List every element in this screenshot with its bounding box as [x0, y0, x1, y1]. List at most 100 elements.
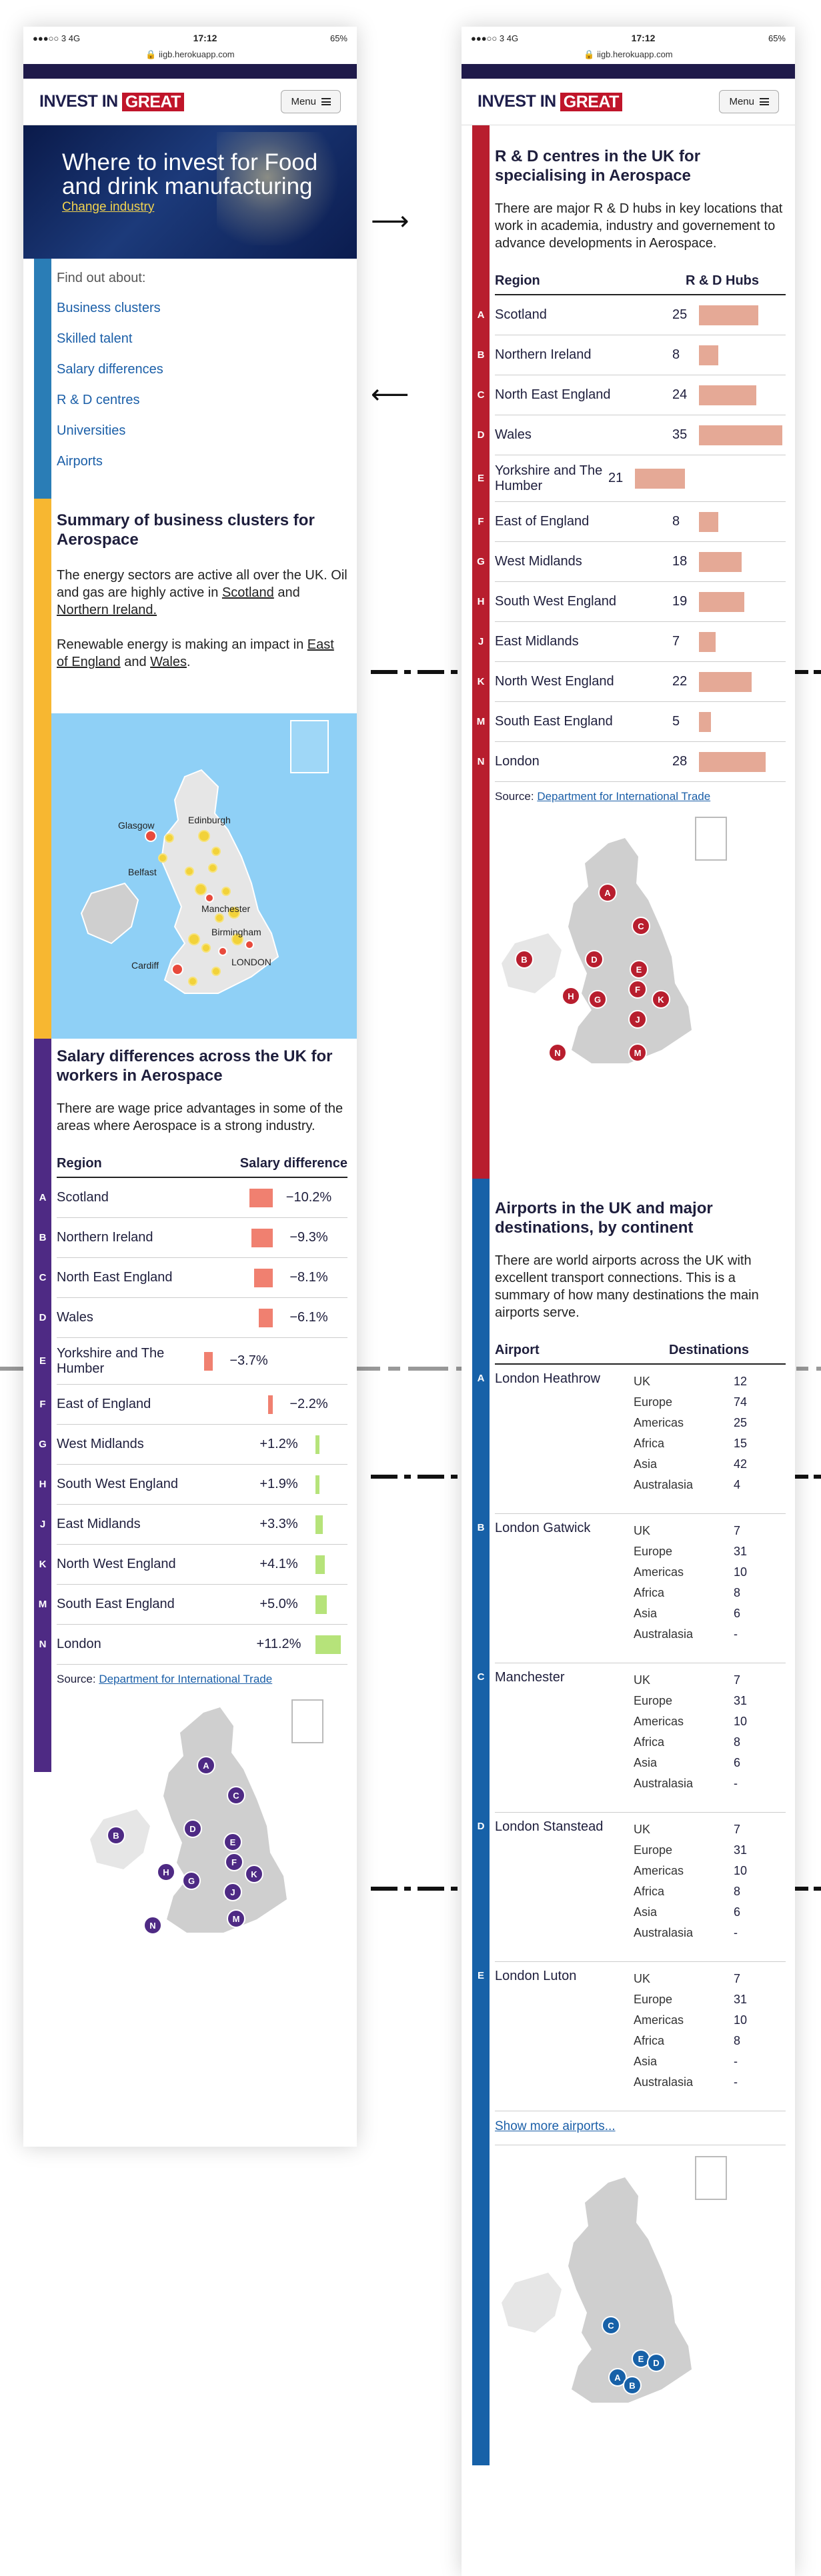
destinations-list: UK 7 Europe 31 Americas 10 Africa 8 Asia - Austral…	[634, 1969, 747, 2111]
lock-icon: 🔒	[584, 49, 598, 59]
nav-link-universities[interactable]: Universities	[57, 423, 347, 439]
table-row: F East of England 8	[472, 501, 786, 542]
storyboard-canvas: ⟶ ⟵ ●●●○○ 3 4G 17:12 65% 🔒 iigb.herokuap…	[0, 0, 821, 2576]
hero-title: Where to invest for Food and drink manuf…	[62, 149, 318, 199]
salary-cell: −2.2%	[230, 1395, 347, 1414]
url-bar[interactable]: 🔒 iigb.herokuapp.com	[23, 49, 357, 64]
continent-name: Asia	[634, 1457, 658, 1471]
col-region: Region	[495, 273, 540, 288]
nav-link-airports[interactable]: Airports	[57, 454, 347, 469]
region-name: South East England	[495, 714, 613, 729]
cluster-dot	[208, 863, 217, 873]
map-pin[interactable]: H	[157, 1863, 175, 1881]
airports-map[interactable]: CEDAB	[495, 2149, 786, 2416]
destination-count: 10	[734, 2013, 748, 2027]
map-pin[interactable]: B	[107, 1826, 125, 1845]
map-pin[interactable]: K	[245, 1865, 263, 1883]
map-pin[interactable]: H	[562, 987, 580, 1005]
source-link[interactable]: Department for International Trade	[537, 790, 710, 803]
map-pin[interactable]: F	[628, 980, 647, 999]
rd-map[interactable]: A B C D EF HG KJ N M	[495, 810, 786, 1077]
city-label: Belfast	[128, 867, 157, 877]
map-pin[interactable]: E	[630, 960, 648, 979]
destination-count: -	[734, 2075, 738, 2089]
table-row: D Wales −6.1%	[34, 1297, 347, 1338]
map-pin[interactable]: C	[602, 2316, 620, 2335]
menu-button[interactable]: Menu	[719, 90, 779, 113]
col-rd-hubs: R & D Hubs	[686, 273, 759, 288]
hubs-value: 22	[672, 674, 688, 689]
destination-count: 7	[734, 1524, 741, 1537]
source-link[interactable]: Department for International Trade	[99, 1673, 272, 1685]
continent-name: Asia	[634, 2055, 658, 2068]
uk-map-shape	[502, 838, 692, 1063]
salary-table-header: Region Salary difference	[57, 1149, 347, 1178]
hubs-bar	[699, 511, 718, 532]
destination-line: Americas 10	[634, 2010, 747, 2031]
cluster-map[interactable]: Glasgow Edinburgh Belfast Manchester Birming…	[51, 713, 357, 1039]
destination-count: 10	[734, 1565, 748, 1579]
hubs-bar	[635, 468, 685, 489]
map-pin[interactable]: E	[223, 1833, 242, 1851]
nav-link-business-clusters[interactable]: Business clusters	[57, 301, 347, 316]
map-pin[interactable]: J	[223, 1883, 242, 1901]
logo-badge: GREAT	[560, 92, 622, 111]
map-pin[interactable]: C	[227, 1786, 245, 1805]
hamburger-icon	[321, 98, 331, 105]
map-pin[interactable]: F	[225, 1853, 243, 1871]
continent-name: Africa	[634, 1437, 665, 1450]
map-pin[interactable]: N	[143, 1916, 162, 1935]
destination-line: Australasia -	[634, 2072, 747, 2093]
hubs-bar	[699, 631, 716, 652]
map-pin[interactable]: M	[227, 1909, 245, 1928]
map-pin[interactable]: N	[548, 1043, 567, 1062]
airport-name: Manchester	[495, 1670, 565, 1685]
row-letter-badge: M	[472, 701, 490, 742]
nav-link-salary-differences[interactable]: Salary differences	[57, 362, 347, 377]
map-pin[interactable]: G	[588, 990, 607, 1009]
cluster-dot	[188, 933, 200, 945]
destination-count: 10	[734, 1715, 748, 1728]
site-logo[interactable]: INVEST IN GREAT	[478, 92, 622, 111]
salary-value: −10.2%	[285, 1190, 332, 1205]
salary-bar	[315, 1475, 320, 1494]
show-more-airports-link[interactable]: Show more airports...	[495, 2111, 786, 2145]
airport-name: London Heathrow	[495, 1371, 600, 1386]
map-pin[interactable]: A	[197, 1756, 215, 1775]
map-pin[interactable]: B	[515, 950, 534, 969]
table-row: F East of England −2.2%	[34, 1384, 347, 1425]
region-name: South West England	[495, 594, 616, 609]
map-pin[interactable]: K	[652, 990, 670, 1009]
rd-table-header: Region R & D Hubs	[495, 267, 786, 295]
scotland-link[interactable]: Scotland	[222, 585, 274, 600]
region-name: North West England	[495, 674, 614, 689]
map-pin[interactable]: A	[598, 883, 617, 902]
map-pin[interactable]: J	[628, 1010, 647, 1029]
nav-link-skilled-talent[interactable]: Skilled talent	[57, 331, 347, 347]
salary-map[interactable]: A B C D EF HG KJ N M	[57, 1693, 347, 1959]
url-bar[interactable]: 🔒 iigb.herokuapp.com	[462, 49, 795, 64]
table-row: A London Heathrow UK 12 Europe 74 Americas 25 Af…	[472, 1365, 786, 1514]
northern-ireland-link[interactable]: Northern Ireland.	[57, 603, 157, 617]
map-pin[interactable]: C	[632, 917, 650, 935]
nav-link-rd-centres[interactable]: R & D centres	[57, 393, 347, 408]
salary-bar	[315, 1555, 325, 1574]
map-pin[interactable]: M	[628, 1043, 647, 1062]
site-logo[interactable]: INVEST IN GREAT	[39, 92, 184, 111]
hubs-bar	[699, 345, 718, 365]
row-letter-badge: D	[472, 1813, 490, 1962]
destination-line: Africa 8	[634, 1881, 747, 1902]
map-pin[interactable]: D	[647, 2353, 666, 2372]
wales-link[interactable]: Wales	[150, 655, 187, 669]
map-pin[interactable]: G	[182, 1871, 201, 1890]
map-pin[interactable]: D	[585, 950, 604, 969]
region-name: Scotland	[57, 1190, 109, 1205]
change-industry-link[interactable]: Change industry	[62, 200, 339, 215]
map-pin[interactable]: B	[623, 2376, 642, 2395]
menu-button[interactable]: Menu	[281, 90, 341, 113]
airports-title: Airports in the UK and major destination…	[495, 1199, 713, 1237]
salary-intro: There are wage price advantages in some …	[57, 1101, 343, 1133]
map-pin[interactable]: D	[183, 1819, 202, 1838]
row-letter-badge: N	[34, 1624, 51, 1665]
destinations-list: UK 7 Europe 31 Americas 10 Africa 8 Asia 6 Austral…	[634, 1670, 747, 1812]
